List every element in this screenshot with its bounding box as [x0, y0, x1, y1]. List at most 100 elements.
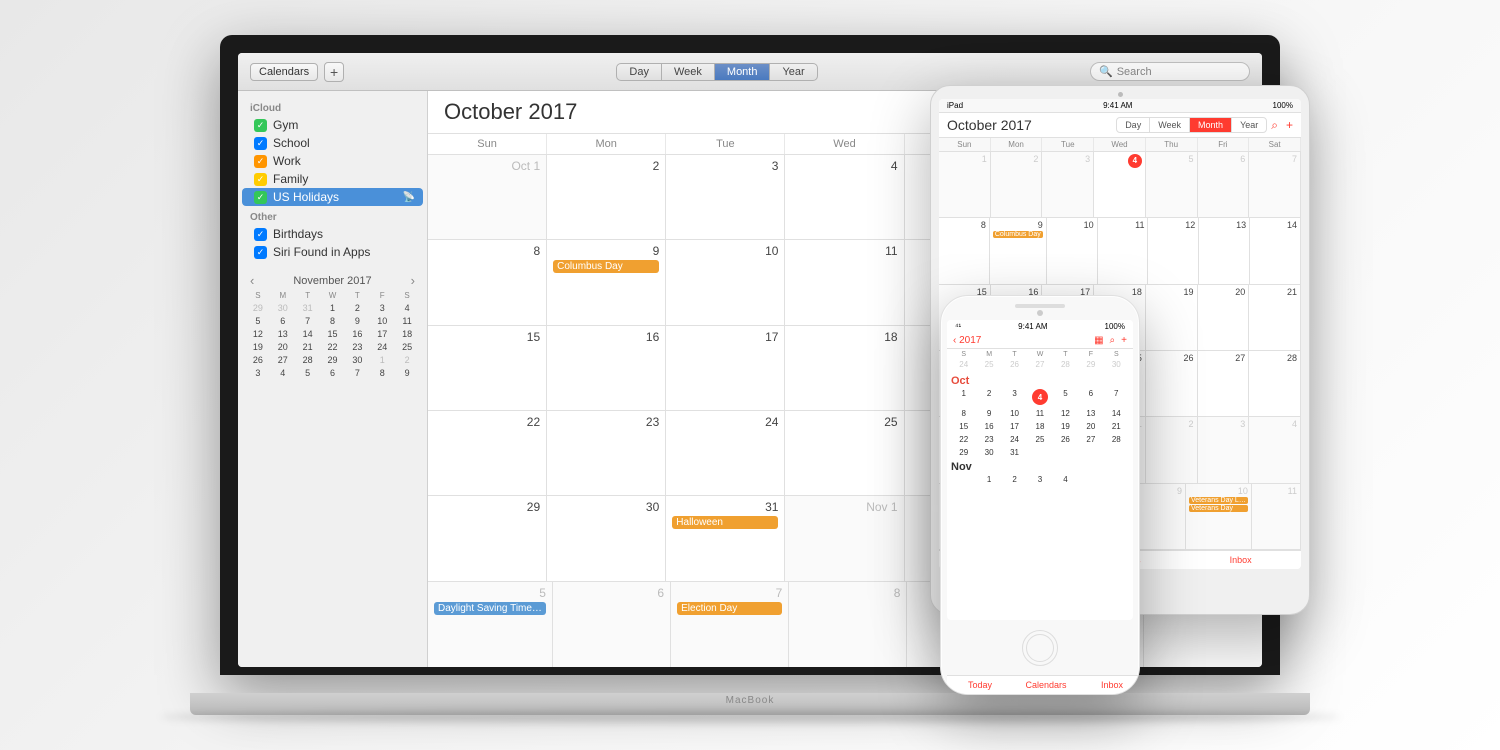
- mini-day[interactable]: 29: [246, 302, 270, 314]
- mini-day[interactable]: 4: [271, 367, 295, 379]
- day-cell[interactable]: 6: [553, 582, 671, 667]
- ipad-event-vd[interactable]: Veterans Day L…: [1189, 497, 1248, 504]
- work-checkbox[interactable]: ✓: [254, 155, 267, 168]
- mini-day[interactable]: 6: [271, 315, 295, 327]
- event-dst[interactable]: Daylight Saving Time…: [434, 602, 546, 615]
- ipad-day[interactable]: 9 Columbus Day: [990, 218, 1047, 283]
- mini-day[interactable]: 25: [395, 341, 419, 353]
- day-cell[interactable]: 30: [547, 496, 666, 580]
- family-checkbox[interactable]: ✓: [254, 173, 267, 186]
- sidebar-item-work[interactable]: ✓ Work: [242, 152, 423, 170]
- search-bar[interactable]: 🔍 Search: [1090, 62, 1250, 81]
- day-cell[interactable]: 8: [428, 240, 547, 324]
- ipad-day[interactable]: 8: [939, 218, 990, 283]
- ipad-day[interactable]: 2: [1146, 417, 1198, 482]
- mini-day[interactable]: 19: [246, 341, 270, 353]
- mini-day[interactable]: 1: [321, 302, 345, 314]
- ipad-month-btn[interactable]: Month: [1190, 118, 1232, 132]
- mini-day[interactable]: 11: [395, 315, 419, 327]
- calendars-button[interactable]: Calendars: [250, 63, 318, 81]
- day-cell[interactable]: 9 Columbus Day: [547, 240, 666, 324]
- sidebar-item-us-holidays[interactable]: ✓ US Holidays 📡: [242, 188, 423, 206]
- day-cell[interactable]: 7 Election Day: [671, 582, 789, 667]
- month-view-button[interactable]: Month: [715, 64, 771, 80]
- mini-day[interactable]: 3: [246, 367, 270, 379]
- ipad-day[interactable]: 27: [1198, 351, 1250, 416]
- mini-day[interactable]: 17: [370, 328, 394, 340]
- day-cell[interactable]: 17: [666, 326, 785, 410]
- event-election-day[interactable]: Election Day: [677, 602, 782, 615]
- day-cell[interactable]: 10: [666, 240, 785, 324]
- siri-checkbox[interactable]: ✓: [254, 246, 267, 259]
- ipad-day[interactable]: 3: [1198, 417, 1250, 482]
- birthdays-checkbox[interactable]: ✓: [254, 228, 267, 241]
- day-cell[interactable]: 18: [785, 326, 904, 410]
- event-halloween[interactable]: Halloween: [672, 516, 778, 529]
- school-checkbox[interactable]: ✓: [254, 137, 267, 150]
- ipad-day[interactable]: 2: [991, 152, 1043, 217]
- mini-day[interactable]: 15: [321, 328, 345, 340]
- day-cell[interactable]: 2: [547, 155, 666, 239]
- ipad-day[interactable]: 6: [1198, 152, 1250, 217]
- mini-day[interactable]: 8: [370, 367, 394, 379]
- mini-day[interactable]: 10: [370, 315, 394, 327]
- us-holidays-checkbox[interactable]: ✓: [254, 191, 267, 204]
- mini-day[interactable]: 8: [321, 315, 345, 327]
- event-columbus-day[interactable]: Columbus Day: [553, 260, 659, 273]
- mini-day[interactable]: 31: [296, 302, 320, 314]
- ipad-year-btn[interactable]: Year: [1232, 118, 1266, 132]
- ipad-day[interactable]: 7: [1249, 152, 1301, 217]
- ipad-day[interactable]: 9: [1137, 484, 1186, 549]
- mini-day[interactable]: 1: [370, 354, 394, 366]
- day-cell[interactable]: 24: [666, 411, 785, 495]
- mini-day[interactable]: 29: [321, 354, 345, 366]
- day-cell[interactable]: 25: [785, 411, 904, 495]
- iphone-back-button[interactable]: ‹ 2017: [953, 335, 981, 346]
- sidebar-item-family[interactable]: ✓ Family: [242, 170, 423, 188]
- day-cell-today[interactable]: 4: [785, 155, 904, 239]
- ipad-day[interactable]: 11: [1252, 484, 1301, 549]
- mini-day[interactable]: 7: [345, 367, 369, 379]
- ipad-search-icon[interactable]: ⌕: [1271, 118, 1278, 133]
- mini-cal-next[interactable]: ›: [411, 273, 415, 288]
- mini-day[interactable]: 12: [246, 328, 270, 340]
- ipad-day[interactable]: 28: [1249, 351, 1301, 416]
- ipad-day[interactable]: 3: [1042, 152, 1094, 217]
- ipad-day[interactable]: 26: [1146, 351, 1198, 416]
- mini-day[interactable]: 30: [271, 302, 295, 314]
- mini-day[interactable]: 24: [370, 341, 394, 353]
- ipad-day[interactable]: 10: [1047, 218, 1098, 283]
- day-view-button[interactable]: Day: [617, 64, 662, 80]
- ipad-day[interactable]: 5: [1146, 152, 1198, 217]
- mini-day[interactable]: 9: [345, 315, 369, 327]
- mini-day[interactable]: 26: [246, 354, 270, 366]
- mini-day[interactable]: 3: [370, 302, 394, 314]
- iphone-home-button[interactable]: [1022, 630, 1058, 666]
- ipad-event-columbus[interactable]: Columbus Day: [993, 231, 1043, 238]
- ipad-event-vd2[interactable]: Veterans Day: [1189, 505, 1248, 512]
- day-cell[interactable]: 31 Halloween: [666, 496, 785, 580]
- ipad-day-today[interactable]: 4: [1094, 152, 1146, 217]
- day-cell[interactable]: Nov 1: [785, 496, 904, 580]
- ipad-day[interactable]: 10 Veterans Day L… Veterans Day: [1186, 484, 1252, 549]
- day-cell[interactable]: Oct 1: [428, 155, 547, 239]
- sidebar-item-school[interactable]: ✓ School: [242, 134, 423, 152]
- sidebar-item-gym[interactable]: ✓ Gym: [242, 116, 423, 134]
- mini-day[interactable]: 16: [345, 328, 369, 340]
- mini-day[interactable]: 6: [321, 367, 345, 379]
- day-cell[interactable]: 15: [428, 326, 547, 410]
- ipad-day-btn[interactable]: Day: [1117, 118, 1150, 132]
- mini-day[interactable]: 13: [271, 328, 295, 340]
- day-cell[interactable]: 11: [785, 240, 904, 324]
- gym-checkbox[interactable]: ✓: [254, 119, 267, 132]
- mini-cal-prev[interactable]: ‹: [250, 273, 254, 288]
- mini-day[interactable]: 14: [296, 328, 320, 340]
- mini-day[interactable]: 27: [271, 354, 295, 366]
- day-cell[interactable]: 16: [547, 326, 666, 410]
- mini-day[interactable]: 18: [395, 328, 419, 340]
- ipad-day[interactable]: 19: [1146, 285, 1198, 350]
- mini-day[interactable]: 30: [345, 354, 369, 366]
- ipad-day[interactable]: 12: [1148, 218, 1199, 283]
- ipad-day[interactable]: 11: [1098, 218, 1149, 283]
- ipad-day[interactable]: 20: [1198, 285, 1250, 350]
